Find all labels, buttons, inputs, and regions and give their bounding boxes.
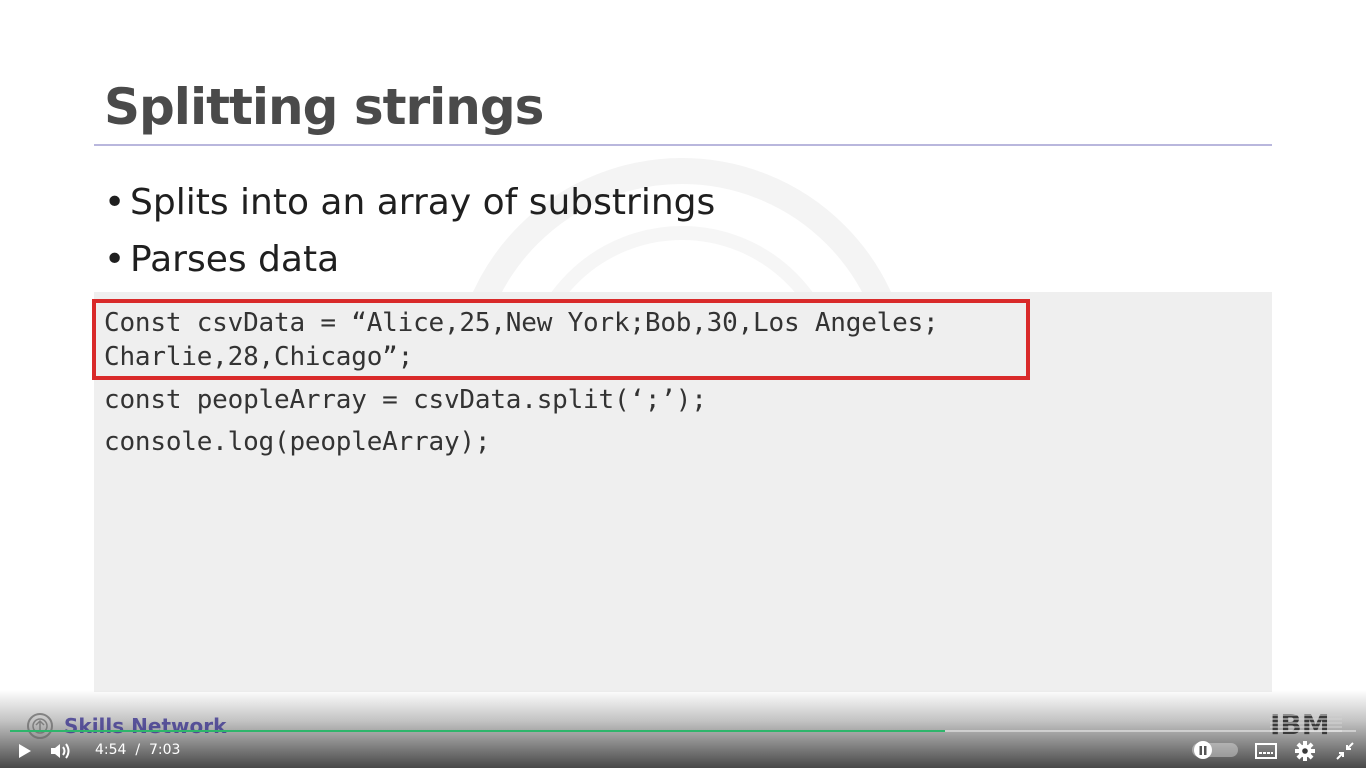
highlight-box	[92, 299, 1030, 380]
exit-fullscreen-button[interactable]	[1334, 740, 1356, 762]
skills-network-icon	[27, 713, 53, 739]
current-time: 4:54	[95, 742, 127, 758]
skills-network-logo: Skills Network	[26, 712, 226, 740]
bullet-text: Splits into an array of substrings	[130, 182, 716, 223]
volume-button[interactable]	[48, 740, 74, 762]
captions-icon	[1255, 743, 1277, 759]
code-line: console.log(peopleArray);	[104, 427, 491, 457]
speed-slider-knob[interactable]	[1194, 741, 1212, 759]
settings-icon	[1295, 741, 1315, 761]
ibm-logo-text: IBM	[1270, 710, 1330, 738]
bullet-item: • Splits into an array of substrings	[104, 178, 715, 235]
code-line: const peopleArray = csvData.split(‘;’);	[104, 385, 707, 415]
time-separator: /	[135, 742, 141, 758]
time-display: 4:54 / 7:03	[95, 742, 180, 758]
speed-slider[interactable]	[1192, 741, 1238, 759]
duration: 7:03	[148, 742, 181, 758]
exit-fullscreen-icon	[1336, 742, 1354, 760]
skills-network-text: Skills Network	[64, 714, 227, 738]
volume-icon	[51, 743, 70, 759]
captions-button[interactable]	[1254, 741, 1278, 761]
title-underline	[94, 144, 1272, 146]
play-icon	[19, 744, 31, 758]
play-button[interactable]	[14, 741, 36, 761]
settings-button[interactable]	[1294, 740, 1316, 762]
bullet-dot: •	[104, 239, 126, 280]
bullet-list: • Splits into an array of substrings • Par…	[104, 178, 715, 292]
ibm-logo: IBM	[1270, 710, 1342, 738]
seek-bar[interactable]	[10, 730, 1356, 732]
video-frame[interactable]: Splitting strings • Splits into an array …	[0, 0, 1366, 768]
seek-bar-progress	[10, 730, 946, 732]
bullet-item: • Parses data	[104, 235, 715, 292]
bullet-dot: •	[104, 182, 126, 223]
pause-icon	[1199, 745, 1207, 755]
slide-title: Splitting strings	[104, 78, 544, 136]
bullet-text: Parses data	[130, 239, 340, 280]
